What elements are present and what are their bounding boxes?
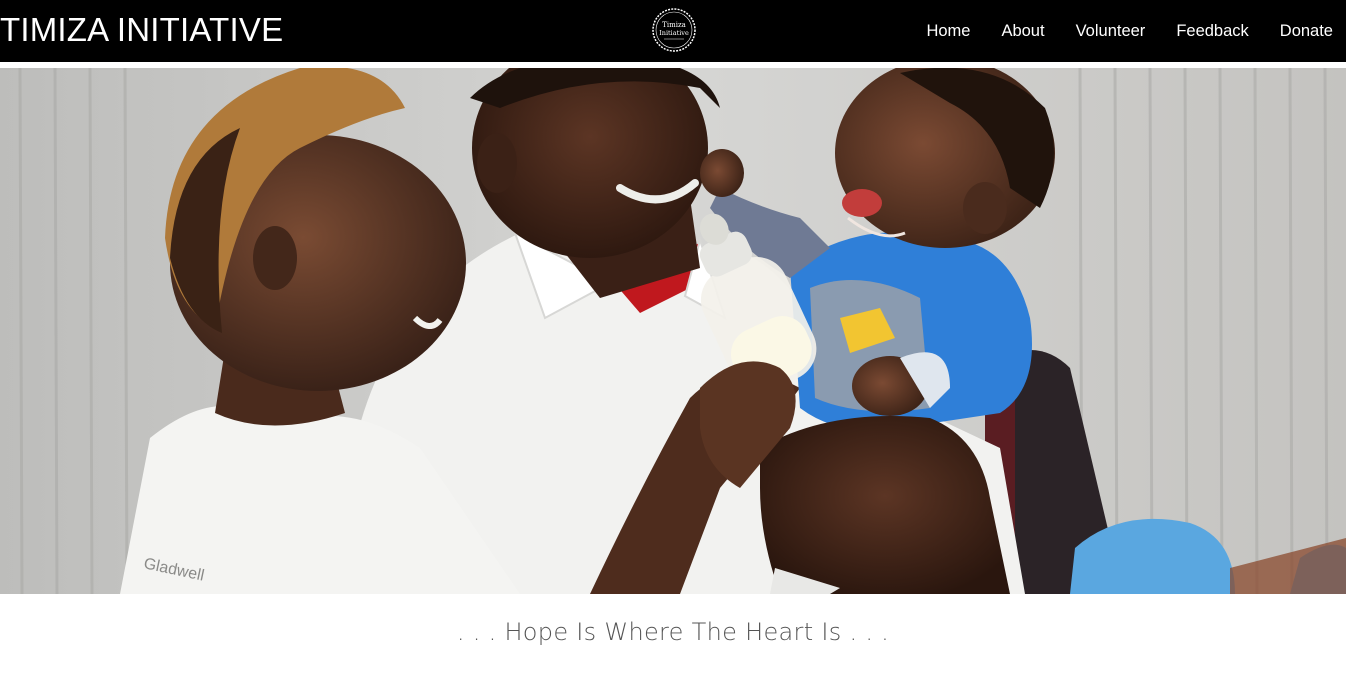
nav-feedback[interactable]: Feedback (1176, 22, 1248, 41)
navbar: TIMIZA INITIATIVE Timiza Initiative Home… (0, 0, 1346, 66)
brand-link[interactable]: TIMIZA INITIATIVE (0, 10, 283, 50)
nav-menu: Home About Volunteer Feedback Donate (895, 0, 1333, 62)
logo-text-line2: Initiative (659, 29, 689, 37)
nav-donate[interactable]: Donate (1280, 22, 1333, 41)
hero-banner: Gladwell (0, 68, 1346, 594)
hero-photo: Gladwell (0, 68, 1346, 594)
logo-icon[interactable]: Timiza Initiative (650, 4, 698, 56)
logo-text-line1: Timiza (662, 21, 686, 29)
nav-home[interactable]: Home (926, 22, 970, 41)
tagline: . . . Hope Is Where The Heart Is . . . (456, 618, 890, 646)
nav-about[interactable]: About (1001, 22, 1044, 41)
nav-volunteer[interactable]: Volunteer (1076, 22, 1146, 41)
